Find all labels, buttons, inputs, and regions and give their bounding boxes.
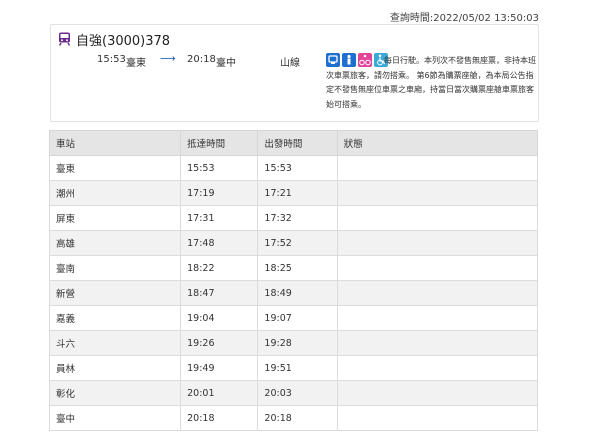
cell-depart: 18:25: [257, 255, 338, 281]
train-icon: [58, 32, 71, 46]
cell-station: 彰化: [48, 380, 182, 406]
table-header-row: 車站 抵達時間 出發時間 狀態: [48, 130, 539, 156]
cell-arrive: 19:04: [180, 305, 259, 331]
train-info-card: 自強(3000)378 15:53 臺東 ⟶ 20:18 臺中 山線 每日行駛。…: [50, 24, 539, 122]
arrive-time: 20:18: [187, 54, 216, 65]
cell-station: 臺南: [48, 255, 182, 281]
cell-arrive: 20:01: [180, 380, 259, 406]
cell-depart: 20:03: [257, 380, 338, 406]
table-row: 潮州 17:19 17:21: [48, 180, 539, 206]
arrow-right-icon: ⟶: [160, 52, 176, 65]
table-row: 員林 19:49 19:51: [48, 355, 539, 381]
cell-depart: 17:32: [257, 205, 338, 231]
cell-arrive: 20:18: [180, 405, 259, 431]
cell-arrive: 18:47: [180, 280, 259, 306]
train-name: 自強(3000)378: [76, 33, 171, 49]
cell-arrive: 17:48: [180, 230, 259, 256]
table-row: 屏東 17:31 17:32: [48, 205, 539, 231]
cell-depart: 17:52: [257, 230, 338, 256]
cell-station: 屏東: [48, 205, 182, 231]
train-header: 自強(3000)378: [58, 30, 171, 49]
header-status: 狀態: [336, 130, 539, 156]
table-row: 新營 18:47 18:49: [48, 280, 539, 306]
cell-station: 潮州: [48, 180, 182, 206]
cell-station: 高雄: [48, 230, 182, 256]
cell-arrive: 17:19: [180, 180, 259, 206]
cell-station: 新營: [48, 280, 182, 306]
stop-timetable: 車站 抵達時間 出發時間 狀態 臺東 15:53 15:53 潮州 17:19 17:2…: [48, 130, 539, 431]
cell-depart: 19:51: [257, 355, 338, 381]
cell-station: 嘉義: [48, 305, 182, 331]
cell-arrive: 15:53: [180, 155, 259, 181]
table-row: 臺東 15:53 15:53: [48, 155, 539, 181]
cell-status: [336, 355, 539, 381]
cell-status: [336, 180, 539, 206]
depart-station: 臺東: [126, 58, 146, 69]
depart-time: 15:53: [97, 54, 126, 65]
header-arrive: 抵達時間: [180, 130, 259, 156]
cell-status: [336, 255, 539, 281]
cell-arrive: 18:22: [180, 255, 259, 281]
train-note: 每日行駛。本列次不發售無座票，非持本班次車票旅客，請勿搭乘。 第6節為購票座艙，…: [326, 56, 536, 109]
table-row: 斗六 19:26 19:28: [48, 330, 539, 356]
arrive-station: 臺中: [216, 58, 236, 69]
cell-status: [336, 155, 539, 181]
cell-status: [336, 380, 539, 406]
cell-depart: 17:21: [257, 180, 338, 206]
cell-arrive: 19:26: [180, 330, 259, 356]
cell-status: [336, 280, 539, 306]
cell-station: 臺東: [48, 155, 182, 181]
header-depart: 出發時間: [257, 130, 338, 156]
cell-status: [336, 405, 539, 431]
query-time: 查詢時間:2022/05/02 13:50:03: [389, 13, 539, 24]
table-row: 臺中 20:18 20:18: [48, 405, 539, 431]
cell-depart: 20:18: [257, 405, 338, 431]
route-line: 山線: [280, 58, 300, 69]
cell-station: 斗六: [48, 330, 182, 356]
table-row: 臺南 18:22 18:25: [48, 255, 539, 281]
cell-depart: 19:28: [257, 330, 338, 356]
cell-status: [336, 230, 539, 256]
table-row: 高雄 17:48 17:52: [48, 230, 539, 256]
cell-status: [336, 330, 539, 356]
cell-depart: 19:07: [257, 305, 338, 331]
cell-depart: 18:49: [257, 280, 338, 306]
cell-depart: 15:53: [257, 155, 338, 181]
cell-status: [336, 205, 539, 231]
cell-status: [336, 305, 539, 331]
cell-station: 員林: [48, 355, 182, 381]
table-row: 彰化 20:01 20:03: [48, 380, 539, 406]
header-station: 車站: [48, 130, 182, 156]
cell-arrive: 17:31: [180, 205, 259, 231]
cell-station: 臺中: [48, 405, 182, 431]
table-row: 嘉義 19:04 19:07: [48, 305, 539, 331]
cell-arrive: 19:49: [180, 355, 259, 381]
